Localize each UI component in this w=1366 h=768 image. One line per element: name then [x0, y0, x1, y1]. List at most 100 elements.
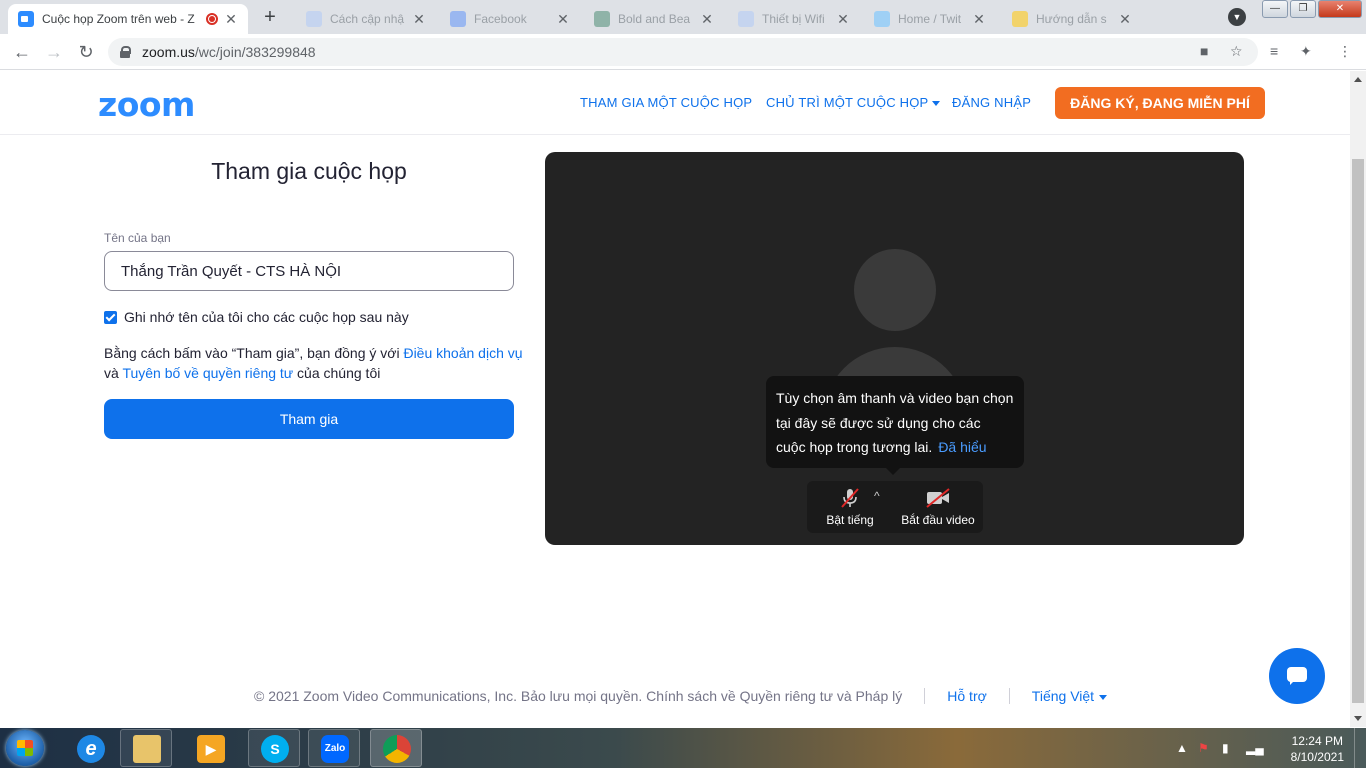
chat-icon-tail [1290, 680, 1295, 685]
page-scrollbar[interactable] [1350, 71, 1366, 727]
site-favicon-icon [1012, 11, 1028, 27]
url-path: /wc/join/383299848 [194, 44, 316, 60]
taskbar-zalo[interactable]: Zalo [308, 729, 360, 767]
tab-search-chevron-icon[interactable]: ▼ [1228, 8, 1246, 26]
support-link[interactable]: Hỗ trợ [947, 688, 987, 704]
back-arrow-icon[interactable]: ← [10, 40, 34, 64]
scroll-up-arrow-icon[interactable] [1354, 77, 1362, 82]
page-footer: © 2021 Zoom Video Communications, Inc. B… [254, 688, 1108, 704]
bookmark-star-icon[interactable]: ☆ [1230, 43, 1243, 60]
zoom-logo[interactable]: zoom [98, 85, 195, 124]
tab-active-zoom[interactable]: Cuộc họp Zoom trên web - Z ✕ [8, 4, 248, 34]
restore-window-button[interactable]: ❐ [1290, 0, 1316, 18]
audio-options-caret-icon[interactable]: ^ [874, 489, 880, 503]
tab-background[interactable]: Home / Twit ✕ [864, 4, 996, 34]
windows-taskbar: e ▶ S Zalo ▲ ⚑ ▮ ▂▄ 12:24 PM 8/10/2021 [0, 728, 1366, 768]
tab-background[interactable]: Facebook ✕ [440, 4, 580, 34]
tab-title: Home / Twit [898, 12, 962, 26]
tab-close-icon[interactable]: ✕ [972, 11, 986, 28]
close-window-button[interactable]: ✕ [1318, 0, 1362, 18]
tab-title: Bold and Bea [618, 12, 691, 26]
page-title: Tham gia cuộc họp [211, 158, 407, 184]
taskbar-internet-explorer[interactable]: e [64, 729, 116, 767]
tab-close-icon[interactable]: ✕ [412, 11, 426, 28]
recording-indicator-icon [206, 13, 218, 25]
zoom-header: zoom THAM GIA MỘT CUỘC HỌP CHỦ TRÌ MỘT C… [0, 71, 1350, 135]
scrollbar-thumb[interactable] [1352, 159, 1364, 703]
tab-title: Thiết bị Wifi [762, 12, 825, 26]
address-bar[interactable]: zoom.us/wc/join/383299848 ■ ☆ [108, 38, 1258, 66]
tab-close-icon[interactable]: ✕ [556, 11, 570, 28]
video-preview-panel: Tùy chọn âm thanh và video bạn chọn tại … [545, 152, 1244, 545]
url-host: zoom.us [142, 44, 195, 60]
lock-icon[interactable] [120, 46, 131, 58]
taskbar-chrome[interactable] [370, 729, 422, 767]
tab-title: Facebook [474, 12, 527, 26]
network-warning-icon[interactable]: ⚑ [1198, 741, 1209, 755]
copyright-text: © 2021 Zoom Video Communications, Inc. B… [254, 688, 903, 704]
start-video-button[interactable]: Bắt đầu video [897, 481, 979, 533]
taskbar-media-player[interactable]: ▶ [184, 729, 236, 767]
terms-suffix: của chúng tôi [293, 365, 381, 381]
show-desktop-button[interactable] [1354, 728, 1366, 768]
forward-arrow-icon[interactable]: → [42, 40, 66, 64]
signup-button[interactable]: ĐĂNG KÝ, ĐANG MIỄN PHÍ [1055, 87, 1265, 119]
terms-of-service-link[interactable]: Điều khoản dịch vụ [403, 345, 522, 361]
media-player-icon: ▶ [197, 735, 225, 763]
new-tab-button[interactable]: + [258, 6, 282, 30]
remember-checkbox[interactable] [104, 310, 117, 324]
terms-and: và [104, 365, 123, 381]
terms-prefix: Bằng cách bấm vào “Tham gia”, bạn đồng ý… [104, 345, 404, 361]
preview-control-bar: Bật tiếng ^ Bắt đầu video [807, 481, 983, 533]
tab-background[interactable]: Cách cập nhậ ✕ [296, 4, 436, 34]
tab-background[interactable]: Hướng dẫn s ✕ [1002, 4, 1142, 34]
remember-name-option[interactable]: Ghi nhớ tên của tôi cho các cuộc họp sau… [104, 309, 409, 325]
nav-join-meeting[interactable]: THAM GIA MỘT CUỘC HỌP [580, 95, 752, 110]
video-off-icon [897, 481, 979, 509]
tray-expand-icon[interactable]: ▲ [1176, 741, 1188, 755]
tab-background[interactable]: Thiết bị Wifi ✕ [728, 4, 860, 34]
nav-host-meeting[interactable]: CHỦ TRÌ MỘT CUỘC HỌP [766, 95, 941, 110]
extension-icon[interactable]: ✦ [1300, 43, 1312, 60]
chrome-icon [383, 735, 411, 763]
tab-title: Cuộc họp Zoom trên web - Z [42, 12, 195, 26]
camera-icon[interactable]: ■ [1200, 43, 1208, 59]
tooltip-dismiss-link[interactable]: Đã hiểu [938, 439, 986, 455]
facebook-favicon-icon [450, 11, 466, 27]
reading-list-icon[interactable]: ≡ [1270, 43, 1278, 59]
chat-support-button[interactable] [1269, 648, 1325, 704]
language-label: Tiếng Việt [1031, 688, 1095, 704]
tab-close-icon[interactable]: ✕ [1118, 11, 1132, 28]
name-input[interactable] [104, 251, 514, 291]
scroll-down-arrow-icon[interactable] [1354, 716, 1362, 721]
tab-close-icon[interactable]: ✕ [836, 11, 850, 28]
zalo-icon: Zalo [321, 735, 349, 763]
tab-title: Cách cập nhậ [330, 12, 405, 26]
battery-icon[interactable]: ▮ [1222, 741, 1229, 755]
reload-icon[interactable]: ↻ [74, 40, 98, 64]
privacy-statement-link[interactable]: Tuyên bố về quyền riêng tư [122, 365, 293, 381]
zoom-favicon-icon [18, 11, 34, 27]
link-favicon-icon [306, 11, 322, 27]
nav-sign-in[interactable]: ĐĂNG NHẬP [952, 95, 1031, 110]
minimize-window-button[interactable]: — [1262, 0, 1288, 18]
tab-close-icon[interactable]: ✕ [224, 11, 238, 28]
folder-icon [133, 735, 161, 763]
taskbar-file-explorer[interactable] [120, 729, 172, 767]
clock-time: 12:24 PM [1291, 734, 1343, 748]
name-label: Tên của bạn [104, 231, 171, 245]
browser-toolbar: ← → ↻ zoom.us/wc/join/383299848 ■ ☆ ≡ ✦ … [0, 34, 1366, 70]
taskbar-skype[interactable]: S [248, 729, 300, 767]
footer-divider [1008, 688, 1010, 704]
site-favicon-icon [594, 11, 610, 27]
remember-label: Ghi nhớ tên của tôi cho các cuộc họp sau… [124, 309, 409, 325]
signal-icon[interactable]: ▂▄ [1246, 741, 1264, 755]
join-button[interactable]: Tham gia [104, 399, 514, 439]
taskbar-clock[interactable]: 12:24 PM 8/10/2021 [1291, 733, 1344, 765]
start-button[interactable] [6, 730, 44, 766]
tab-close-icon[interactable]: ✕ [700, 11, 714, 28]
link-favicon-icon [738, 11, 754, 27]
tab-background[interactable]: Bold and Bea ✕ [584, 4, 724, 34]
language-selector[interactable]: Tiếng Việt [1031, 688, 1108, 704]
menu-dots-icon[interactable]: ⋮ [1338, 43, 1352, 60]
